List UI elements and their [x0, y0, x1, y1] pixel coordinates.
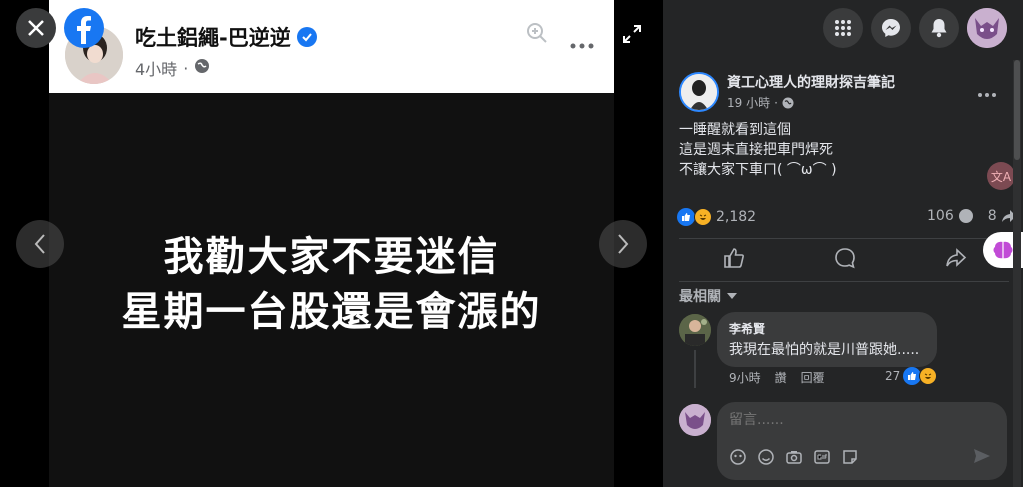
chevron-right-icon	[618, 234, 629, 254]
like-icon	[724, 248, 744, 268]
photo-author-name[interactable]: 吃土鋁繩-巴逆逆	[135, 22, 317, 52]
expand-icon	[623, 25, 641, 43]
photo-post-header: 吃土鋁繩-巴逆逆 4小時 ·	[49, 0, 614, 93]
composer-tools	[729, 448, 859, 466]
comment-reaction-count: 27	[885, 369, 901, 383]
scrollbar-thumb[interactable]	[1014, 60, 1020, 160]
photo-caption-text: 我勸大家不要迷信 星期一台股還是會漲的	[49, 230, 614, 340]
comment-bubble: 李希賢 我現在最怕的就是川普跟她.....	[717, 312, 937, 367]
photo-text-line-1: 我勸大家不要迷信	[163, 234, 500, 280]
grid-menu-icon	[835, 20, 851, 36]
post-time[interactable]: 19 小時	[727, 94, 770, 111]
translate-icon[interactable]: 文A	[987, 162, 1015, 190]
haha-reaction-icon	[919, 367, 938, 385]
engagement-counts: 106 8	[927, 208, 1017, 224]
chevron-left-icon	[34, 234, 45, 254]
post-body: 一睡醒就看到這個 這是週末直接把車門焊死 不讓大家下車ㄇ( ⌒ω⌒ )	[679, 120, 837, 180]
zoom-in-icon[interactable]	[526, 22, 548, 48]
comment-reaction-summary[interactable]: 27	[885, 367, 938, 385]
bell-icon	[931, 19, 947, 38]
account-avatar-button[interactable]	[967, 8, 1007, 48]
comment-input[interactable]	[729, 412, 989, 428]
globe-icon	[194, 58, 210, 78]
haha-reaction-icon	[694, 208, 712, 226]
photo-author-name-text: 吃土鋁繩-巴逆逆	[135, 26, 291, 50]
comment-thread-line	[694, 350, 696, 388]
dot-separator: ·	[774, 95, 778, 110]
photo: 吃土鋁繩-巴逆逆 4小時 · 我勸大家不要迷信 星期一台股還是會漲的	[49, 0, 614, 487]
post-author-name[interactable]: 資工心理人的理財探吉筆記	[727, 72, 895, 92]
like-reaction-icon	[677, 208, 695, 226]
chevron-down-icon	[727, 293, 737, 299]
facebook-logo-icon[interactable]	[64, 8, 104, 48]
comment-composer	[717, 402, 1007, 480]
post-action-bar	[679, 238, 1009, 282]
commenter-name[interactable]: 李希賢	[729, 320, 925, 337]
next-photo-button[interactable]	[599, 220, 647, 268]
composer-avatar	[679, 404, 711, 436]
comment-time[interactable]: 9小時	[729, 369, 761, 386]
comment-count-icon	[958, 209, 973, 223]
reaction-summary[interactable]: 2,182	[677, 208, 756, 226]
notifications-button[interactable]	[919, 8, 959, 48]
post-body-line-1: 一睡醒就看到這個	[679, 122, 791, 138]
dot-separator: ·	[183, 58, 189, 78]
panel-scrollbar[interactable]	[1013, 60, 1021, 487]
close-button[interactable]	[16, 8, 56, 48]
comment-count[interactable]: 106	[927, 208, 954, 224]
comment-like-button[interactable]: 讚	[775, 369, 787, 386]
menu-button[interactable]	[823, 8, 863, 48]
verified-icon	[296, 27, 317, 47]
commenter-avatar[interactable]	[679, 314, 711, 346]
camera-icon[interactable]	[785, 448, 803, 466]
photo-post-time: 4小時 ·	[135, 56, 210, 80]
photo-post-time-text: 4小時	[135, 60, 178, 79]
reaction-count: 2,182	[716, 209, 757, 225]
translate-label: 文A	[990, 169, 1012, 184]
previous-photo-button[interactable]	[16, 220, 64, 268]
media-viewer: 吃土鋁繩-巴逆逆 4小時 · 我勸大家不要迷信 星期一台股還是會漲的	[0, 0, 663, 487]
photo-viewer-page: 吃土鋁繩-巴逆逆 4小時 · 我勸大家不要迷信 星期一台股還是會漲的 資工心理人…	[0, 0, 1023, 487]
close-icon	[28, 20, 44, 36]
more-icon	[978, 93, 996, 97]
send-button[interactable]	[973, 448, 991, 468]
wolf-avatar-icon	[967, 8, 1007, 48]
emoji-icon[interactable]	[757, 448, 775, 466]
post-author-avatar[interactable]	[679, 72, 719, 112]
photo-text-line-2: 星期一台股還是會漲的	[121, 289, 542, 335]
post-body-line-2: 這是週末直接把車門焊死	[679, 142, 833, 158]
like-button[interactable]	[723, 247, 745, 273]
post-more-button[interactable]	[978, 82, 996, 101]
globe-icon	[782, 97, 794, 108]
post-panel: 資工心理人的理財探吉筆記 19 小時 · 一睡醒就看到這個 這是週末直接把車門焊…	[663, 0, 1023, 487]
comment-text: 我現在最怕的就是川普跟她.....	[729, 342, 920, 358]
comment-sort-label: 最相關	[679, 289, 721, 305]
messenger-icon	[882, 19, 900, 37]
sticker-icon[interactable]	[841, 448, 859, 466]
comment-reply-button[interactable]: 回覆	[801, 369, 825, 386]
more-icon[interactable]	[570, 34, 594, 53]
comment-actions: 9小時 讚 回覆	[729, 369, 825, 386]
messenger-button[interactable]	[871, 8, 911, 48]
post-body-line-3: 不讓大家下車ㄇ( ⌒ω⌒ )	[679, 162, 837, 178]
share-button[interactable]	[945, 247, 967, 273]
share-count[interactable]: 8	[988, 208, 997, 224]
post-meta: 19 小時 ·	[727, 94, 794, 111]
gif-icon[interactable]	[813, 448, 831, 466]
comment-sort-dropdown[interactable]: 最相關	[679, 286, 737, 306]
send-icon	[974, 449, 990, 463]
avatar-sticker-icon[interactable]	[729, 448, 747, 466]
comment-icon	[835, 248, 855, 269]
expand-button[interactable]	[620, 22, 644, 46]
comment-button[interactable]	[834, 247, 856, 273]
share-icon	[946, 248, 967, 267]
